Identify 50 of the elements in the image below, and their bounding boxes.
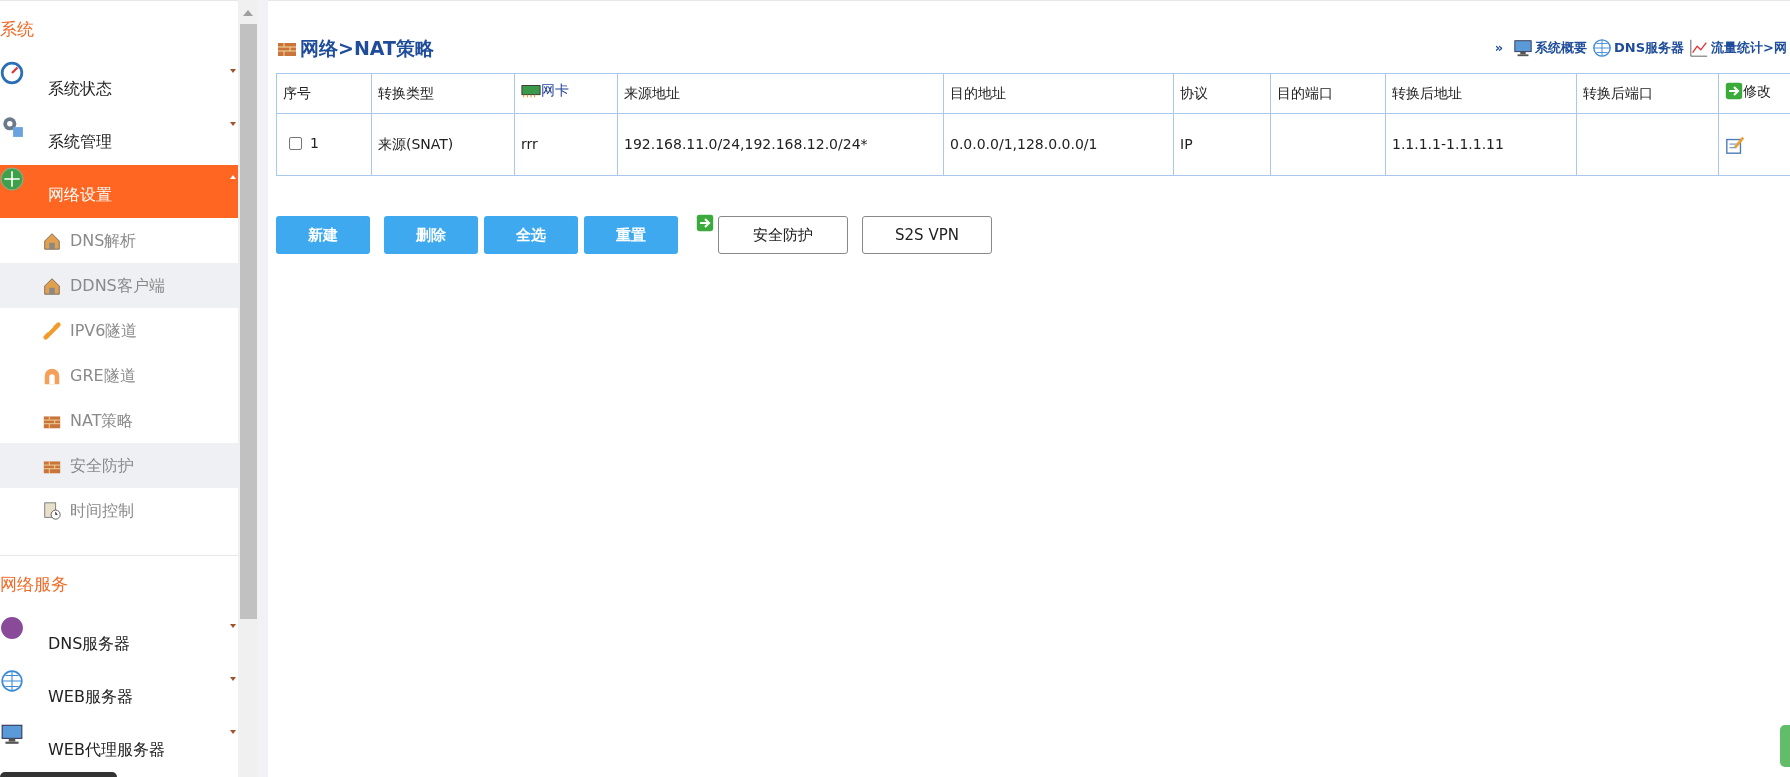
row-checkbox[interactable]: [289, 137, 302, 150]
column-header: 转换后端口: [1576, 73, 1719, 114]
house-icon: [42, 230, 62, 251]
sidebar-item[interactable]: 网络设置: [0, 165, 238, 218]
action-button[interactable]: 删除: [384, 216, 478, 254]
arrow-icon: [696, 214, 714, 232]
section-title: 系统: [0, 18, 35, 42]
clipboard-clock-icon: [42, 500, 62, 521]
scroll-up-icon[interactable]: [243, 10, 253, 16]
column-header: 转换类型: [371, 73, 515, 114]
column-header: 转换后地址: [1385, 73, 1577, 114]
quick-link[interactable]: 流量统计>网: [1711, 38, 1787, 58]
sidebar-subitem[interactable]: DDNS客户端: [0, 263, 238, 308]
table-cell: 来源(SNAT): [371, 113, 515, 176]
column-header: 目的端口: [1270, 73, 1386, 114]
table-cell: 1.1.1.1-1.1.1.11: [1385, 113, 1577, 176]
sidebar-item[interactable]: DNS服务器: [0, 614, 238, 667]
row-number: 1: [310, 134, 319, 153]
scrollbar-thumb[interactable]: [239, 24, 257, 619]
column-header: 协议: [1173, 73, 1271, 114]
action-button[interactable]: 安全防护: [718, 216, 848, 254]
column-header: 目的地址: [943, 73, 1174, 114]
table-cell: rrr: [514, 113, 618, 176]
sidebar-subitem[interactable]: 安全防护: [0, 443, 238, 488]
table-cell: 0.0.0.0/1,128.0.0.0/1: [943, 113, 1174, 176]
edit-icon[interactable]: [1725, 134, 1745, 155]
scrollbar[interactable]: [238, 0, 258, 777]
section-title: 网络服务: [0, 573, 69, 597]
column-header: 修改: [1718, 73, 1790, 114]
breadcrumb-marker: »: [1494, 39, 1504, 58]
action-button[interactable]: S2S VPN: [862, 216, 992, 254]
action-button[interactable]: 全选: [484, 216, 578, 254]
line-chart-icon: [1689, 38, 1710, 58]
table-cell: IP: [1173, 113, 1271, 176]
column-header[interactable]: 网卡: [514, 73, 618, 114]
page-title: 网络>NAT策略: [300, 35, 434, 61]
house-icon: [42, 275, 62, 296]
column-header: 来源地址: [617, 73, 944, 114]
quick-link[interactable]: DNS服务器: [1614, 38, 1685, 58]
sidebar-item[interactable]: WEB代理服务器: [0, 720, 238, 773]
column-header: 序号: [276, 73, 372, 114]
network-icon: [0, 167, 24, 191]
monitor-icon: [0, 722, 24, 746]
action-button[interactable]: 新建: [276, 216, 370, 254]
table-cell: 192.168.11.0/24,192.168.12.0/24*: [617, 113, 944, 176]
globe-icon: [1592, 38, 1613, 58]
monitor-icon: [1513, 38, 1534, 58]
action-button[interactable]: 重置: [584, 216, 678, 254]
side-tab[interactable]: [1780, 725, 1790, 767]
quick-link[interactable]: 系统概要: [1535, 38, 1588, 58]
